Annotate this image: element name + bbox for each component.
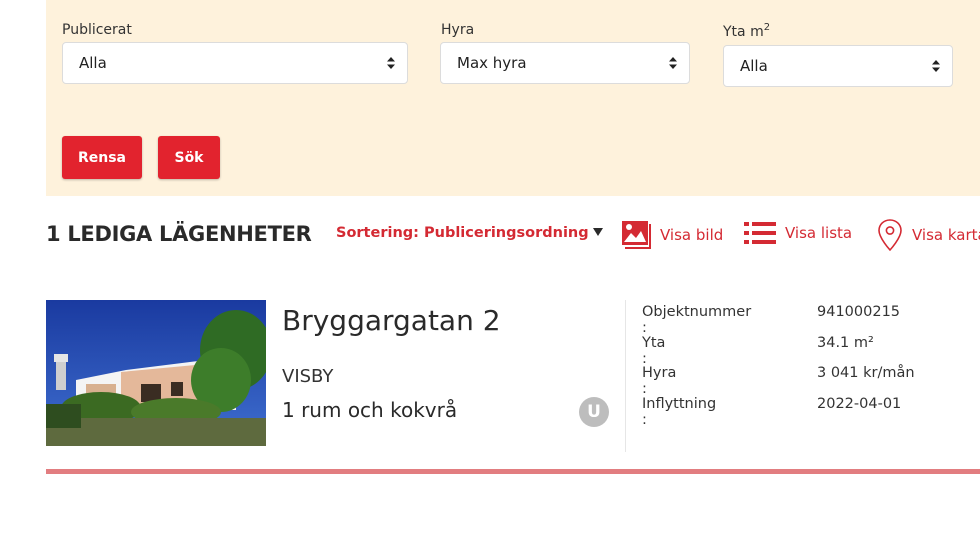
- fact-label: Yta :: [642, 334, 666, 367]
- chevron-up-down-icon: [932, 60, 940, 72]
- listing-card[interactable]: Bryggargatan 2 VISBY 1 rum och kokvrå U …: [46, 300, 980, 452]
- map-pin-icon: [878, 219, 902, 252]
- chevron-up-down-icon: [387, 57, 395, 69]
- hyra-select-value: Max hyra: [457, 54, 527, 72]
- clear-button[interactable]: Rensa: [62, 136, 142, 179]
- fact-value: 941000215: [817, 304, 901, 320]
- yta-select[interactable]: Alla: [723, 45, 953, 87]
- listing-rooms: 1 rum och kokvrå: [282, 398, 458, 422]
- sort-label: Sortering: Publiceringsordning: [336, 225, 589, 241]
- listing-address[interactable]: Bryggargatan 2: [282, 304, 501, 337]
- fact-label: Objektnummer :: [642, 304, 752, 336]
- filter-publicerat: Publicerat: [62, 20, 132, 40]
- search-button[interactable]: Sök: [158, 136, 220, 179]
- filter-hyra: Hyra: [441, 20, 474, 40]
- listing-photo[interactable]: [46, 300, 266, 446]
- fact-value: 3 041 kr/mån: [817, 365, 915, 381]
- fact-value: 2022-04-01: [817, 395, 902, 412]
- view-image-label: Visa bild: [660, 226, 724, 244]
- list-icon: [744, 222, 776, 244]
- filter-panel: Publicerat Alla Hyra Max hyra Yta m2 All…: [46, 0, 980, 196]
- yta-label: Yta m2: [723, 22, 771, 41]
- results-count: 1 LEDIGA LÄGENHETER: [46, 222, 312, 246]
- hyra-select[interactable]: Max hyra: [440, 42, 690, 84]
- fact-value: 34.1 m²: [817, 334, 874, 351]
- view-map-link[interactable]: Visa karta: [877, 218, 980, 252]
- hyra-label: Hyra: [441, 22, 475, 38]
- sort-triangle-icon: [592, 228, 603, 236]
- publicerat-select-value: Alla: [79, 54, 107, 72]
- listing-separator: [46, 469, 980, 474]
- listing-city: VISBY: [282, 366, 334, 387]
- image-icon: [622, 221, 651, 249]
- sort-dropdown[interactable]: Sortering: Publiceringsordning: [336, 225, 603, 241]
- view-list-link[interactable]: Visa lista: [744, 220, 852, 246]
- results-bar: 1 LEDIGA LÄGENHETER Sortering: Publiceri…: [0, 210, 980, 260]
- publicerat-select[interactable]: Alla: [62, 42, 408, 84]
- chevron-up-down-icon: [669, 57, 677, 69]
- status-badge: U: [579, 397, 609, 427]
- fact-label: Hyra :: [642, 365, 677, 397]
- view-image-link[interactable]: Visa bild: [621, 220, 723, 250]
- listing-divider: [625, 300, 626, 452]
- publicerat-label: Publicerat: [62, 22, 132, 38]
- yta-select-value: Alla: [740, 57, 768, 75]
- view-map-label: Visa karta: [912, 226, 980, 244]
- fact-label: Inflyttning :: [642, 395, 717, 428]
- view-list-label: Visa lista: [785, 224, 853, 242]
- filter-yta: Yta m2: [723, 22, 770, 42]
